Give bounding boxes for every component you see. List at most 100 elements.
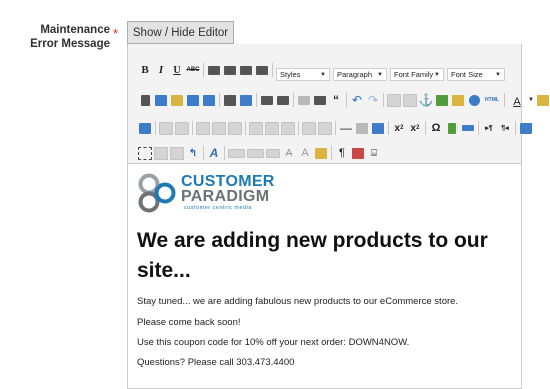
separator [383,93,384,107]
font-size-dropdown[interactable]: Font Size ▼ [447,67,505,81]
separator [256,93,257,107]
logo-tagline: customer centric media [184,205,252,211]
help-icon[interactable] [467,93,481,107]
separator [298,121,299,135]
paste-word-icon[interactable] [202,93,216,107]
separator [192,121,193,135]
copy-icon[interactable] [154,93,168,107]
rtl-icon[interactable]: ¶◂ [498,121,512,135]
split-cells-icon[interactable] [302,121,316,135]
table-props-icon[interactable] [175,121,189,135]
align-right-icon[interactable] [239,63,253,77]
attribs-icon[interactable] [314,146,328,160]
chevron-down-icon: ▼ [434,71,440,78]
separator [245,121,246,135]
toolbar-row-1: B I U ABC Styles ▼ Paragraph ▼ Font Family… [138,61,508,81]
chevron-down-icon: ▼ [320,71,326,78]
highlight-color-icon[interactable] [536,93,550,107]
fullscreen-toggle-icon[interactable] [519,121,533,135]
del-icon[interactable]: A [282,146,296,160]
align-center-icon[interactable] [223,63,237,77]
unlink-icon[interactable] [403,93,417,107]
show-blocks-icon[interactable]: ¶ [335,146,349,160]
full-screen-icon[interactable] [461,121,475,135]
strikethrough-button[interactable]: ABC [186,63,200,77]
separator [346,93,347,107]
link-icon[interactable] [387,93,401,107]
row-before-icon[interactable] [196,121,210,135]
align-left-icon[interactable] [207,63,221,77]
ins-icon[interactable]: A [298,146,312,160]
row-after-icon[interactable] [212,121,226,135]
bullet-list-icon[interactable] [260,93,274,107]
toolbar-row-3: — x2 x2 Ω ▸¶ ¶◂ [138,119,535,137]
horizontal-rule-icon[interactable]: — [339,121,353,135]
nonbreaking-icon[interactable] [351,146,365,160]
html-icon[interactable]: HTML [483,93,501,107]
separator [272,63,273,77]
separator [425,121,426,135]
table-icon[interactable] [159,121,173,135]
superscript-icon[interactable]: x2 [408,121,422,135]
align-justify-icon[interactable] [255,63,269,77]
insert-layer-icon[interactable] [138,146,152,160]
separator [219,93,220,107]
col-before-icon[interactable] [249,121,263,135]
acronym-icon[interactable] [266,146,280,160]
content-paragraph: Please come back soon! [137,317,241,328]
chevron-down-icon: ▼ [377,71,383,78]
underline-button[interactable]: U [170,63,184,77]
separator [335,121,336,135]
anchor-icon[interactable]: ⚓ [419,93,434,107]
paste-icon[interactable] [170,93,184,107]
styles-dropdown[interactable]: Styles ▼ [276,67,330,81]
italic-button[interactable]: I [154,63,168,77]
cut-icon[interactable] [138,93,152,107]
abbr-icon[interactable] [247,146,264,160]
col-after-icon[interactable] [265,121,279,135]
move-backward-icon[interactable] [170,146,184,160]
indent-icon[interactable] [313,93,327,107]
cite-icon[interactable] [228,146,245,160]
remove-format-icon[interactable] [355,121,369,135]
separator [515,121,516,135]
font-family-dropdown[interactable]: Font Family ▼ [390,67,444,81]
ltr-icon[interactable]: ▸¶ [482,121,496,135]
styleprops-icon[interactable]: A [207,146,221,160]
blockquote-icon[interactable]: “ [329,93,343,107]
page-break-icon[interactable]: ⌸ [367,146,381,160]
content-paragraph: Use this coupon code for 10% off your ne… [137,337,410,348]
customer-paradigm-logo: CUSTOMER PARADIGM customer centric media [137,172,287,214]
find-icon[interactable] [223,93,237,107]
content-heading: We are adding new products to our site..… [137,229,488,282]
redo-icon[interactable]: ↷ [366,93,380,107]
toolbar-row-2: “ ↶ ↷ ⚓ HTML A ▼ ▼ [138,91,550,109]
paste-text-icon[interactable] [186,93,200,107]
bold-button[interactable]: B [138,63,152,77]
numbered-list-icon[interactable] [276,93,290,107]
move-forward-icon[interactable] [154,146,168,160]
undo-icon[interactable]: ↶ [350,93,364,107]
show-hide-editor-button[interactable]: Show / Hide Editor [127,21,234,44]
special-char-icon[interactable]: Ω [429,121,443,135]
delete-col-icon[interactable] [281,121,295,135]
image-icon[interactable] [435,93,449,107]
edit-icon[interactable] [138,121,152,135]
chevron-down-icon[interactable]: ▼ [528,93,534,107]
merge-cells-icon[interactable] [318,121,332,135]
replace-icon[interactable] [239,93,253,107]
separator [203,63,204,77]
delete-row-icon[interactable] [228,121,242,135]
editor-toolbar: B I U ABC Styles ▼ Paragraph ▼ Font Family… [127,44,549,164]
outdent-icon[interactable] [297,93,311,107]
visual-aid-icon[interactable] [371,121,385,135]
logo-text-line2: PARADIGM [181,188,270,205]
absolute-icon[interactable]: ↰ [186,146,200,160]
paragraph-dropdown[interactable]: Paragraph ▼ [333,67,387,81]
subscript-icon[interactable]: x2 [392,121,406,135]
cleanup-icon[interactable] [451,93,465,107]
content-paragraph: Stay tuned... we are adding fabulous new… [137,296,459,307]
media-icon[interactable] [445,121,459,135]
text-color-icon[interactable]: A [508,95,526,109]
separator [478,121,479,135]
